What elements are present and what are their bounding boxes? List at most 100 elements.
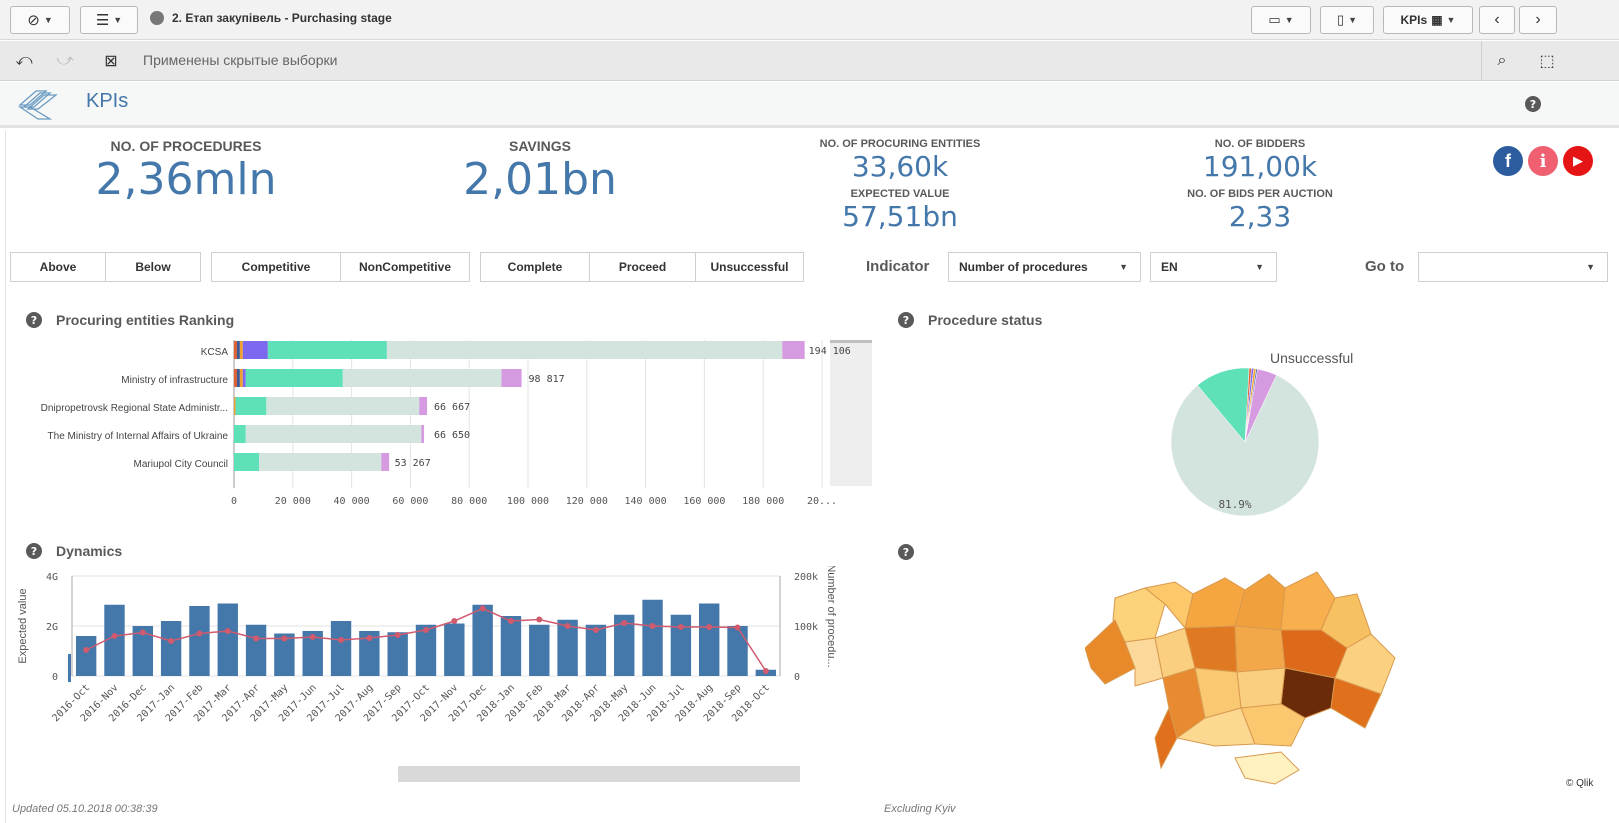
bar-segment xyxy=(419,397,428,415)
expected-value-bar xyxy=(500,616,522,676)
y-left-axis-title: Expected value xyxy=(17,588,29,663)
kpi-savings-title: SAVINGS xyxy=(509,138,571,154)
chevron-down-icon: ▼ xyxy=(43,15,53,25)
x-tick-label: 180 000 xyxy=(742,496,784,507)
help-icon[interactable]: ? xyxy=(26,543,42,559)
map-region[interactable] xyxy=(1234,751,1300,785)
clear-selections-icon[interactable]: ⊠ xyxy=(99,49,123,73)
expected-value-bar xyxy=(642,599,663,676)
kpi-expected-value: 57,51bn xyxy=(842,200,958,233)
bar-segment xyxy=(242,341,268,359)
procedures-point xyxy=(706,624,713,630)
procedures-point xyxy=(451,618,458,624)
bar-segment xyxy=(381,453,390,471)
y-right-tick-label: 100k xyxy=(794,622,818,633)
procedures-point xyxy=(536,616,543,623)
info-icon[interactable]: i xyxy=(1528,146,1558,176)
bar-segment xyxy=(386,341,783,359)
dynamics-scrollbar[interactable] xyxy=(398,766,800,782)
bar-segment xyxy=(239,369,243,387)
presentation-button[interactable]: ▭ ▼ xyxy=(1251,6,1311,34)
category-label: Dnipropetrovsk Regional State Administr.… xyxy=(41,403,228,414)
procedures-point xyxy=(423,627,429,633)
y-right-tick-label: 0 xyxy=(794,672,800,683)
previous-sheet-button[interactable]: ‹ xyxy=(1479,6,1515,34)
dynamics-chart[interactable]: 0 2G 4G 0 100k 200k Expected value Number of pr… xyxy=(10,566,872,766)
filter-below-button[interactable]: Below xyxy=(105,252,201,282)
help-icon[interactable]: ? xyxy=(898,312,914,328)
goto-dropdown[interactable]: ▼ xyxy=(1418,252,1608,282)
x-tick-label: 40 000 xyxy=(334,496,370,507)
next-sheet-button[interactable]: › xyxy=(1519,6,1557,34)
filter-noncompetitive-button[interactable]: NonCompetitive xyxy=(340,252,470,282)
category-label: Mariupol City Council xyxy=(134,459,228,470)
map-region[interactable] xyxy=(1234,573,1286,631)
filter-proceed-button[interactable]: Proceed xyxy=(589,252,696,282)
page-title: KPIs xyxy=(86,90,129,112)
chevron-down-icon: ▼ xyxy=(1119,262,1128,272)
search-icon[interactable]: ⌕ xyxy=(1490,49,1514,73)
filter-complete-button[interactable]: Complete xyxy=(480,252,590,282)
status-pie-chart[interactable]: 81.9% Unsuccessful xyxy=(1120,340,1440,520)
ukraine-map[interactable] xyxy=(1085,568,1415,788)
y-left-tick-label: 4G xyxy=(46,572,58,583)
map-region[interactable] xyxy=(1184,577,1246,629)
y-left-tick-label: 0 xyxy=(52,672,58,683)
bar-segment xyxy=(258,453,382,471)
ranking-chart[interactable]: 0 20 000 40 000 60 000 80 000 100 000 120 000 1… xyxy=(10,340,872,530)
chevron-left-icon: ‹ xyxy=(1494,11,1500,28)
selection-tool-icon[interactable]: ⬚ xyxy=(1535,49,1559,73)
menu-button[interactable]: ☰ ▼ xyxy=(80,6,138,34)
help-icon[interactable]: ? xyxy=(1525,96,1541,112)
globe-icon xyxy=(150,11,164,25)
chevron-down-icon: ▼ xyxy=(1255,262,1264,272)
map-region[interactable] xyxy=(1236,667,1286,709)
bar-segment xyxy=(239,341,243,359)
category-label: Ministry of infrastructure xyxy=(121,375,228,386)
procedures-point xyxy=(762,668,769,674)
procedures-point xyxy=(621,620,628,626)
map-region[interactable] xyxy=(1234,625,1286,673)
expected-value-bar xyxy=(160,621,182,676)
kpi-bidders-value: 191,00k xyxy=(1202,150,1318,183)
y-left-tick-label: 2G xyxy=(46,622,58,633)
bookmark-button[interactable]: ▯ ▼ xyxy=(1320,6,1374,34)
step-forward-icon[interactable]: ⤻ xyxy=(53,49,77,73)
status-panel-header: ? Procedure status xyxy=(898,312,1042,328)
filter-unsuccessful-button[interactable]: Unsuccessful xyxy=(695,252,804,282)
category-label: The Ministry of Internal Affairs of Ukra… xyxy=(48,431,229,442)
facebook-icon[interactable]: f xyxy=(1493,146,1523,176)
sheet-selector-button[interactable]: KPIs ▦ ▼ xyxy=(1383,6,1473,34)
divider xyxy=(1481,41,1482,81)
help-icon[interactable]: ? xyxy=(26,312,42,328)
updated-timestamp: Updated 05.10.2018 00:38:39 xyxy=(12,803,158,815)
expected-value-bar xyxy=(727,626,748,676)
sheet-header: KPIs ? xyxy=(0,82,1619,128)
step-back-icon[interactable]: ⤺ xyxy=(12,49,36,73)
expected-value-bar xyxy=(104,604,125,676)
expected-value-bar xyxy=(699,603,720,676)
language-dropdown[interactable]: EN ▼ xyxy=(1150,252,1277,282)
procedures-point xyxy=(564,623,571,629)
procedures-point xyxy=(649,623,656,629)
bar-segment xyxy=(236,341,240,359)
x-tick-label: 140 000 xyxy=(625,496,667,507)
expected-value-bar xyxy=(75,636,97,676)
expected-value-bar xyxy=(387,632,408,676)
navigation-button[interactable]: ⊘ ▼ xyxy=(10,6,70,34)
youtube-icon[interactable]: ▶ xyxy=(1563,146,1593,176)
procedures-point xyxy=(677,624,684,630)
help-icon[interactable]: ? xyxy=(898,544,914,560)
bar-segment xyxy=(234,397,236,415)
bar-value-label: 66 650 xyxy=(434,430,470,441)
x-tick-label: 20... xyxy=(807,496,837,507)
procedures-point xyxy=(479,605,486,612)
filter-above-button[interactable]: Above xyxy=(10,252,106,282)
dynamics-panel-header: ? Dynamics xyxy=(26,543,122,559)
filter-competitive-button[interactable]: Competitive xyxy=(211,252,341,282)
map-copyright: © Qlik xyxy=(1566,778,1594,789)
bar-segment xyxy=(242,369,246,387)
indicator-dropdown[interactable]: Number of procedures ▼ xyxy=(948,252,1141,282)
y-right-tick-label: 200k xyxy=(794,572,818,583)
kpi-savings-value: 2,01bn xyxy=(463,154,617,205)
